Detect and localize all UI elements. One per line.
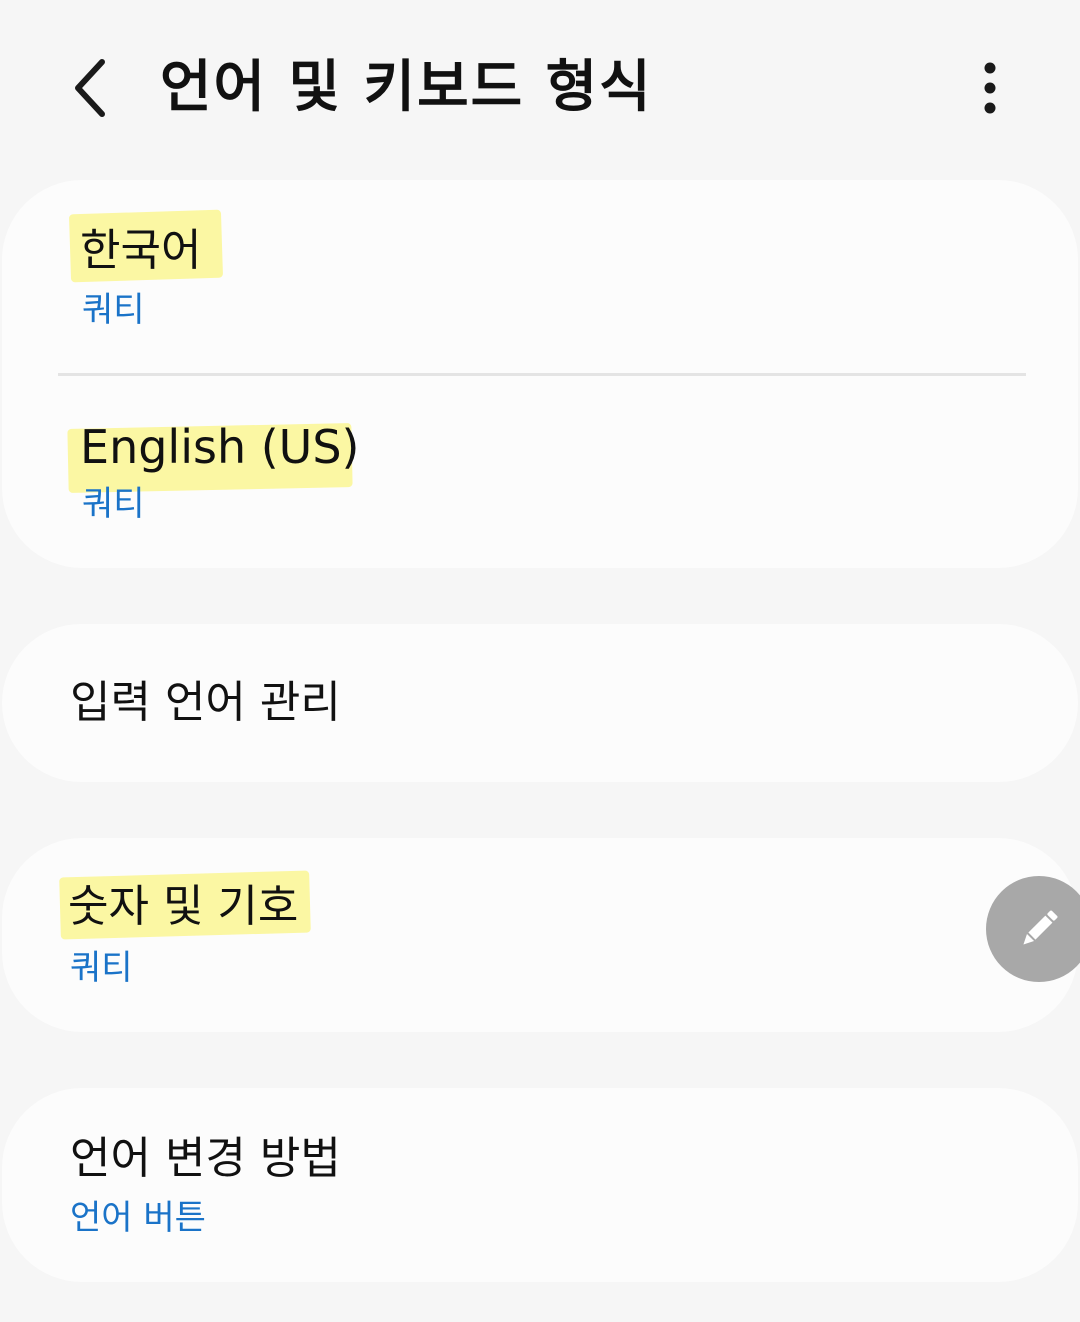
language-layout: 쿼티 [82, 290, 145, 330]
item-subtitle: 언어 버튼 [70, 1198, 206, 1238]
language-title: 한국어 [80, 225, 202, 276]
numbers-symbols-item[interactable]: 숫자 및 기호 쿼티 [2, 838, 1078, 1032]
language-switch-card: 언어 변경 방법 언어 버튼 [2, 1088, 1078, 1282]
language-title: English (US) [80, 420, 360, 474]
page-title: 언어 및 키보드 형식 [160, 55, 653, 120]
numbers-symbols-card: 숫자 및 기호 쿼티 [2, 838, 1078, 1032]
language-item-korean[interactable]: 한국어 쿼티 [2, 180, 1078, 374]
item-title: 입력 언어 관리 [70, 677, 341, 728]
more-vertical-icon [984, 62, 996, 114]
pencil-icon [1023, 910, 1058, 945]
more-options-button[interactable] [960, 52, 1020, 124]
language-switch-item[interactable]: 언어 변경 방법 언어 버튼 [2, 1088, 1078, 1282]
keyboard-languages-card: 한국어 쿼티 English (US) 쿼티 [2, 180, 1078, 568]
item-title: 언어 변경 방법 [70, 1133, 341, 1184]
manage-languages-card: 입력 언어 관리 [2, 624, 1078, 782]
back-button[interactable] [58, 52, 122, 124]
app-header: 언어 및 키보드 형식 [0, 0, 1080, 180]
item-title: 숫자 및 기호 [68, 881, 299, 932]
item-subtitle: 쿼티 [70, 948, 133, 988]
language-item-english[interactable]: English (US) 쿼티 [2, 376, 1078, 568]
manage-input-languages-item[interactable]: 입력 언어 관리 [2, 624, 1078, 782]
chevron-left-icon [75, 59, 105, 117]
language-layout: 쿼티 [82, 484, 145, 524]
